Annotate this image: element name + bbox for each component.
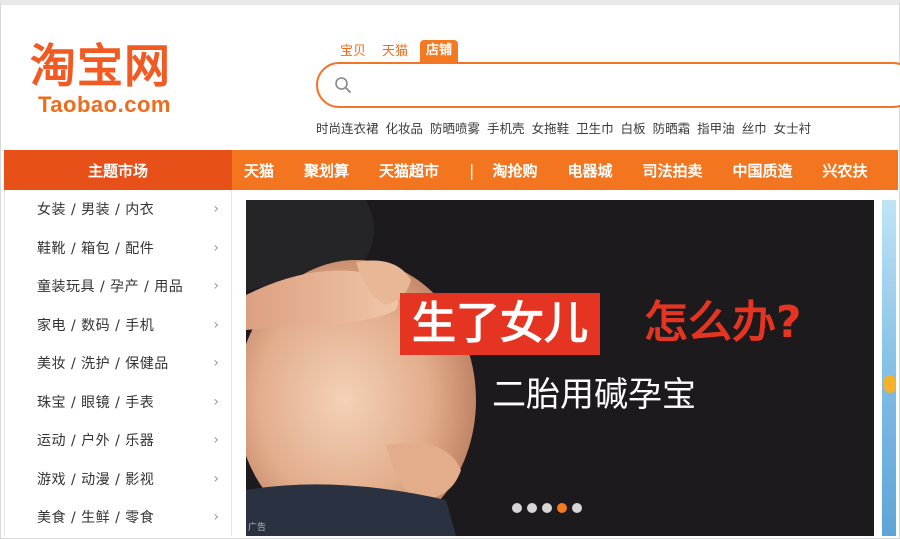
hot-word[interactable]: 防晒霜	[653, 118, 691, 137]
sidebar-item-label: 运动 / 户外 / 乐器	[37, 433, 155, 450]
search-input[interactable]	[364, 72, 884, 98]
sidebar-item-kids-maternity[interactable]: 童装玩具 / 孕产 / 用品 ›	[5, 267, 231, 306]
hot-word[interactable]: 女拖鞋	[532, 118, 570, 137]
nav-item-juhuasuan[interactable]: 聚划算	[304, 160, 349, 181]
sidebar-item-label: 美妆 / 洗护 / 保健品	[37, 356, 169, 373]
sidebar-item-label: 美食 / 生鲜 / 零食	[37, 510, 155, 527]
nav-item-china-quality[interactable]: 中国质造	[732, 160, 792, 181]
chevron-right-icon: ›	[213, 201, 219, 217]
sidebar-item-label: 鞋靴 / 箱包 / 配件	[37, 240, 155, 257]
taobao-logo[interactable]: 淘宝网 Taobao.com	[30, 40, 240, 130]
ad-label: 广告	[248, 523, 267, 533]
pregnant-belly-image	[246, 200, 874, 536]
sidebar-item-sports[interactable]: 运动 / 户外 / 乐器 ›	[5, 421, 231, 460]
sidebar-item-food[interactable]: 美食 / 生鲜 / 零食 ›	[5, 498, 231, 537]
sidebar-item-label: 女装 / 男装 / 内衣	[37, 202, 155, 219]
hot-word[interactable]: 防晒喷雾	[430, 118, 480, 137]
hot-word[interactable]: 女士衬	[774, 118, 812, 137]
chevron-right-icon: ›	[213, 355, 219, 371]
chevron-right-icon: ›	[213, 470, 219, 487]
sidebar-item-clothing[interactable]: 女装 / 男装 / 内衣 ›	[5, 190, 231, 229]
hot-word[interactable]: 时尚连衣裙	[316, 118, 379, 137]
hot-word[interactable]: 卫生巾	[576, 118, 614, 137]
banner-title-highlight: 生了女儿	[400, 293, 600, 355]
tab-baobei[interactable]: 宝贝	[340, 42, 366, 62]
carousel-dots	[512, 503, 587, 513]
nav-item-judicial-auction[interactable]: 司法拍卖	[642, 160, 702, 181]
carousel-dot[interactable]	[512, 503, 522, 513]
chevron-right-icon: ›	[213, 393, 219, 410]
sidebar-item-label: 童装玩具 / 孕产 / 用品	[37, 279, 184, 296]
sidebar-item-label: 珠宝 / 眼镜 / 手表	[37, 394, 155, 411]
chevron-right-icon: ›	[213, 316, 219, 333]
search-icon[interactable]	[334, 76, 352, 94]
banner-carousel[interactable]: 生了女儿 怎么办? 二胎用碱孕宝 广告	[246, 200, 874, 536]
side-banner-edge[interactable]	[882, 200, 896, 536]
nav-item-xingnong[interactable]: 兴农扶	[823, 160, 868, 181]
nav-items: 天猫 聚划算 天猫超市 | 淘抢购 电器城 司法拍卖 中国质造 兴农扶	[244, 150, 898, 190]
main-nav: 主题市场 天猫 聚划算 天猫超市 | 淘抢购 电器城 司法拍卖 中国质造 兴农扶	[4, 150, 898, 190]
nav-separator: |	[469, 160, 475, 180]
theme-market-label[interactable]: 主题市场	[4, 150, 232, 190]
banner-subtitle: 二胎用碱孕宝	[492, 375, 696, 415]
sidebar-item-games[interactable]: 游戏 / 动漫 / 影视 ›	[5, 460, 231, 499]
sidebar-item-label: 家电 / 数码 / 手机	[37, 317, 155, 334]
search-box	[316, 62, 900, 108]
tab-tmall[interactable]: 天猫	[382, 42, 408, 62]
hot-word[interactable]: 指甲油	[697, 118, 735, 137]
hot-word[interactable]: 丝巾	[742, 118, 767, 137]
hot-word[interactable]: 白板	[621, 118, 646, 137]
sidebar-item-jewelry[interactable]: 珠宝 / 眼镜 / 手表 ›	[5, 383, 231, 422]
tab-dianpu[interactable]: 店铺	[420, 40, 459, 62]
category-sidebar: 女装 / 男装 / 内衣 › 鞋靴 / 箱包 / 配件 › 童装玩具 / 孕产 / …	[4, 190, 232, 536]
coin-icon	[884, 375, 896, 393]
hot-word[interactable]: 手机壳	[487, 118, 525, 137]
logo-chinese-text: 淘宝网	[30, 39, 171, 93]
carousel-dot[interactable]	[527, 503, 537, 513]
sidebar-item-beauty[interactable]: 美妆 / 洗护 / 保健品 ›	[5, 344, 231, 383]
chevron-right-icon: ›	[213, 278, 219, 294]
nav-item-electronics[interactable]: 电器城	[567, 160, 612, 181]
carousel-dot[interactable]	[572, 503, 582, 513]
chevron-right-icon: ›	[213, 509, 219, 525]
sidebar-item-shoes-bags[interactable]: 鞋靴 / 箱包 / 配件 ›	[5, 229, 231, 268]
logo-english-text: Taobao.com	[38, 92, 171, 117]
chevron-right-icon: ›	[213, 432, 219, 448]
carousel-dot-active[interactable]	[557, 503, 567, 513]
hot-word[interactable]: 化妆品	[386, 118, 424, 137]
hot-keywords: 时尚连衣裙 化妆品 防晒喷雾 手机壳 女拖鞋 卫生巾 白板 防晒霜 指甲油 丝巾…	[316, 118, 818, 137]
nav-item-tmall-supermarket[interactable]: 天猫超市	[379, 160, 439, 181]
nav-item-tmall[interactable]: 天猫	[244, 160, 274, 181]
chevron-right-icon: ›	[213, 239, 219, 256]
search-tabs: 宝贝 天猫 店铺	[340, 38, 474, 62]
nav-item-taoqianggou[interactable]: 淘抢购	[492, 160, 537, 181]
carousel-dot[interactable]	[542, 503, 552, 513]
sidebar-item-electronics[interactable]: 家电 / 数码 / 手机 ›	[5, 306, 231, 345]
banner-title-question: 怎么办?	[644, 297, 802, 348]
sidebar-item-label: 游戏 / 动漫 / 影视	[37, 471, 155, 488]
